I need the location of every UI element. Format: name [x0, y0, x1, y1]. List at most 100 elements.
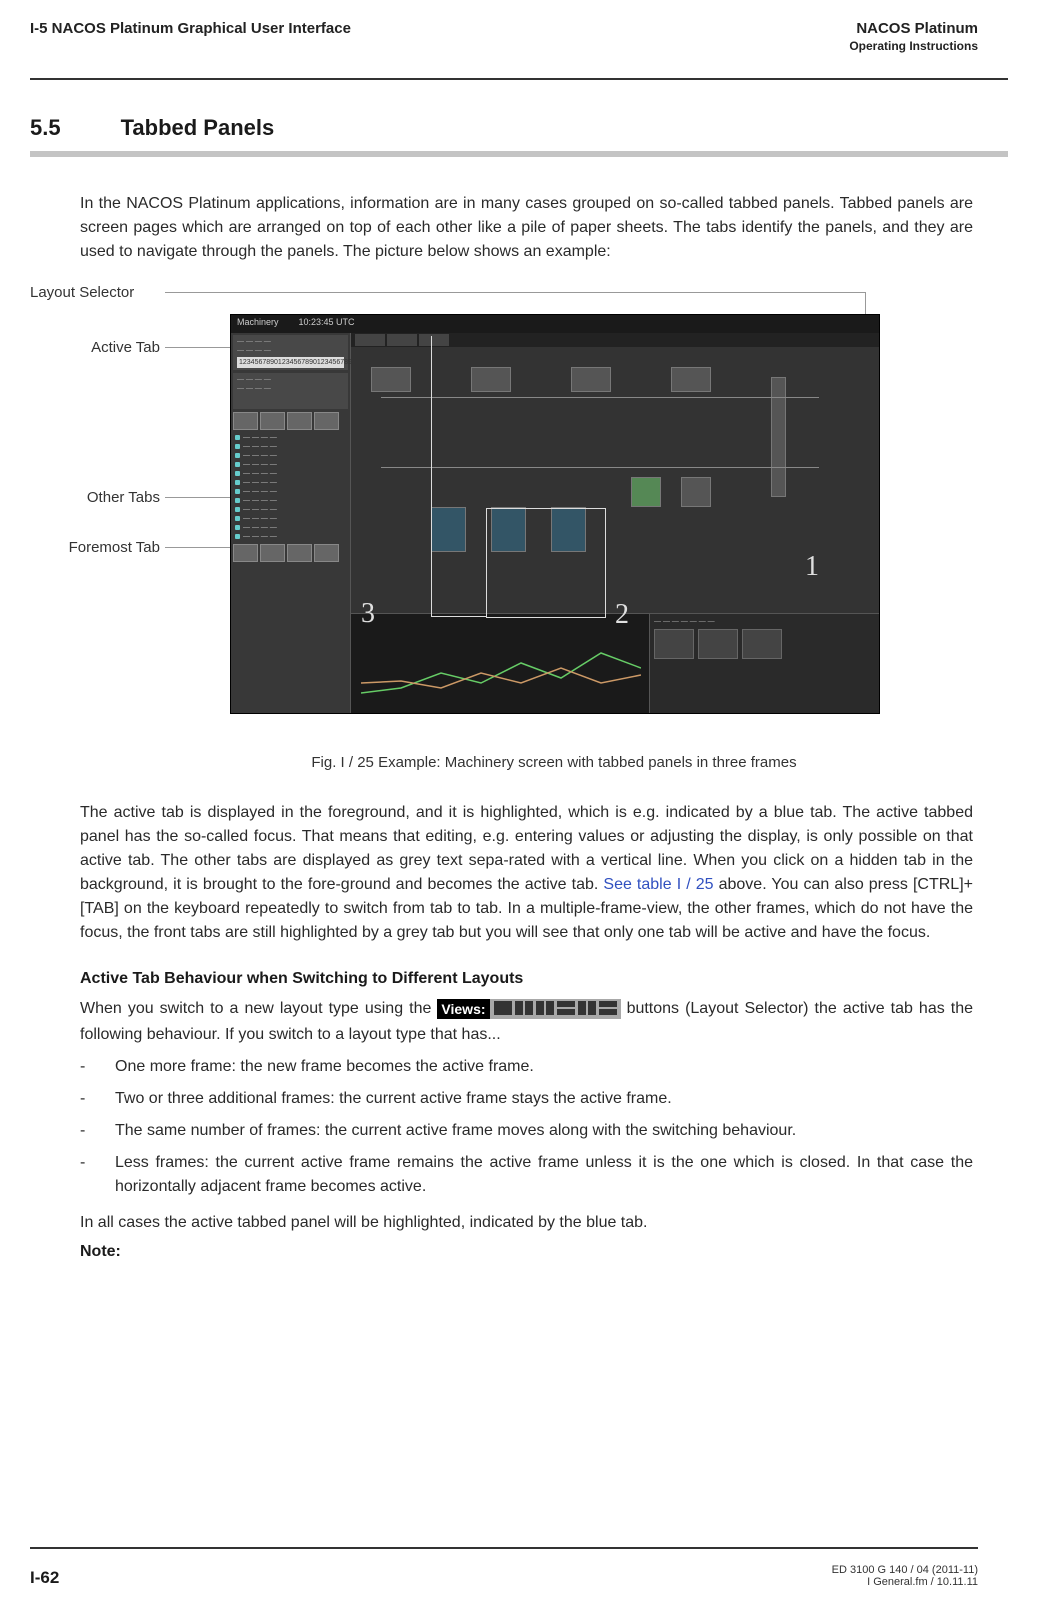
list-item: — — — — [233, 496, 348, 505]
layout-icon-split-v [515, 1001, 533, 1015]
list-content: The same number of frames: the current a… [115, 1119, 973, 1143]
callout-line-v [865, 292, 866, 315]
list-marker: - [80, 1087, 115, 1111]
list-marker: - [80, 1119, 115, 1143]
footer-meta: ED 3100 G 140 / 04 (2011-11) I General.f… [832, 1564, 978, 1588]
list-item: — — — — [233, 460, 348, 469]
callout-box [486, 508, 606, 618]
layout-icon-triple-v [536, 1001, 554, 1015]
screenshot-sidebar: — — — — — — — — 123456789012345678901234… [231, 333, 351, 713]
thumb-strip [233, 544, 348, 562]
intro-paragraph: In the NACOS Platinum applications, info… [0, 157, 1038, 264]
embedded-screenshot: Machinery 10:23:45 UTC — — — — — — — — 1… [230, 314, 880, 714]
figure-caption: Fig. I / 25 Example: Machinery screen wi… [30, 754, 978, 771]
thumb [287, 544, 312, 562]
schem-component [471, 367, 511, 392]
list-item: — — — — [233, 469, 348, 478]
list-content: Two or three additional frames: the curr… [115, 1087, 973, 1111]
chart-zone: 2 — — — — — — — 3 [351, 613, 879, 713]
section-title: Tabbed Panels [121, 115, 275, 141]
thumb-strip [233, 412, 348, 430]
region-marker-1: 1 [805, 551, 819, 583]
schem-valve [681, 477, 711, 507]
schem-pipe [381, 467, 819, 468]
switch-para-pre: When you switch to a new layout type usi… [80, 1000, 437, 1017]
schem-tank [771, 377, 786, 497]
region-marker-2: 2 [615, 599, 629, 631]
thumb [287, 412, 312, 430]
header-left: I-5 NACOS Platinum Graphical User Interf… [30, 20, 351, 53]
product-name: NACOS Platinum [849, 20, 978, 37]
layout-icon-quad [578, 1001, 596, 1015]
callout-layout-selector: Layout Selector [30, 284, 160, 301]
list-item: — — — — [233, 487, 348, 496]
schem-component [371, 367, 411, 392]
thumb [233, 544, 258, 562]
main-tab [419, 334, 449, 346]
trend-line-icon [361, 633, 641, 703]
screenshot-topbar: Machinery 10:23:45 UTC [231, 315, 879, 333]
page-number: I-62 [30, 1568, 59, 1588]
list-item: — — — — [233, 442, 348, 451]
main-tab [355, 334, 385, 346]
list-marker: - [80, 1055, 115, 1079]
sidebar-block: — — — —— — — — [233, 373, 348, 409]
detail-panel: — — — — — — — 3 [649, 613, 879, 713]
layout-icon-single [494, 1001, 512, 1015]
app-title: Machinery [237, 317, 279, 331]
list-item: — — — — [233, 451, 348, 460]
list-item: - Two or three additional frames: the cu… [0, 1079, 1038, 1111]
callout-foremost-tab: Foremost Tab [35, 539, 160, 556]
list-item: - One more frame: the new frame becomes … [0, 1047, 1038, 1079]
callout-line [165, 292, 865, 293]
callout-active-tab: Active Tab [50, 339, 160, 356]
thumb [314, 544, 339, 562]
thumb [260, 412, 285, 430]
list-item: — — — — [233, 532, 348, 541]
subheading: Active Tab Behaviour when Switching to D… [0, 945, 1038, 988]
section-number: 5.5 [30, 115, 61, 141]
file-info: I General.fm / 10.11.11 [832, 1576, 978, 1588]
thumb [314, 412, 339, 430]
layout-icon-mixed [599, 1001, 617, 1015]
callout-indicator [431, 336, 432, 616]
list-item: — — — — [233, 433, 348, 442]
thumb [233, 412, 258, 430]
figure-area: Layout Selector Active Tab Other Tabs Fo… [30, 284, 978, 734]
note-label: Note: [0, 1235, 1038, 1261]
list-content: One more frame: the new frame becomes th… [115, 1055, 973, 1079]
callout-line [165, 347, 230, 348]
list-content: Less frames: the current active frame re… [115, 1151, 973, 1199]
doc-id: ED 3100 G 140 / 04 (2011-11) [832, 1564, 978, 1576]
region-marker-3: 3 [361, 598, 375, 630]
main-paragraph: The active tab is displayed in the foreg… [0, 771, 1038, 945]
schem-pipe [381, 397, 819, 398]
section-heading: 5.5 Tabbed Panels [0, 80, 1038, 146]
sidebar-input: 12345678901234567890123456789 [237, 357, 344, 368]
schem-component [671, 367, 711, 392]
list-item: - The same number of frames: the current… [0, 1111, 1038, 1143]
list-item: — — — — [233, 514, 348, 523]
callout-indicator [431, 616, 486, 617]
list-item: — — — — [233, 505, 348, 514]
screenshot-body: — — — — — — — — 123456789012345678901234… [231, 333, 879, 713]
sidebar-list: — — — — — — — — — — — — — — — — — — — — … [233, 433, 348, 541]
doc-type: Operating Instructions [849, 39, 978, 53]
sidebar-block: — — — — — — — — 123456789012345678901234… [233, 335, 348, 370]
closing-paragraph: In all cases the active tabbed panel wil… [0, 1199, 1038, 1235]
list-item: — — — — [233, 523, 348, 532]
list-item: - Less frames: the current active frame … [0, 1143, 1038, 1199]
schem-pump [431, 507, 466, 552]
page-header: I-5 NACOS Platinum Graphical User Interf… [0, 0, 1038, 63]
thumb [260, 544, 285, 562]
header-right: NACOS Platinum Operating Instructions [849, 20, 978, 53]
screenshot-main: 1 2 — — — — — — — [351, 333, 879, 713]
page-footer: I-62 ED 3100 G 140 / 04 (2011-11) I Gene… [30, 1547, 978, 1588]
schem-component [571, 367, 611, 392]
main-tab [387, 334, 417, 346]
views-label-graphic: Views: [437, 999, 489, 1019]
list-item: — — — — [233, 478, 348, 487]
cross-reference-link[interactable]: See table I / 25 [603, 876, 713, 893]
schem-valve [631, 477, 661, 507]
clock: 10:23:45 UTC [299, 317, 355, 331]
